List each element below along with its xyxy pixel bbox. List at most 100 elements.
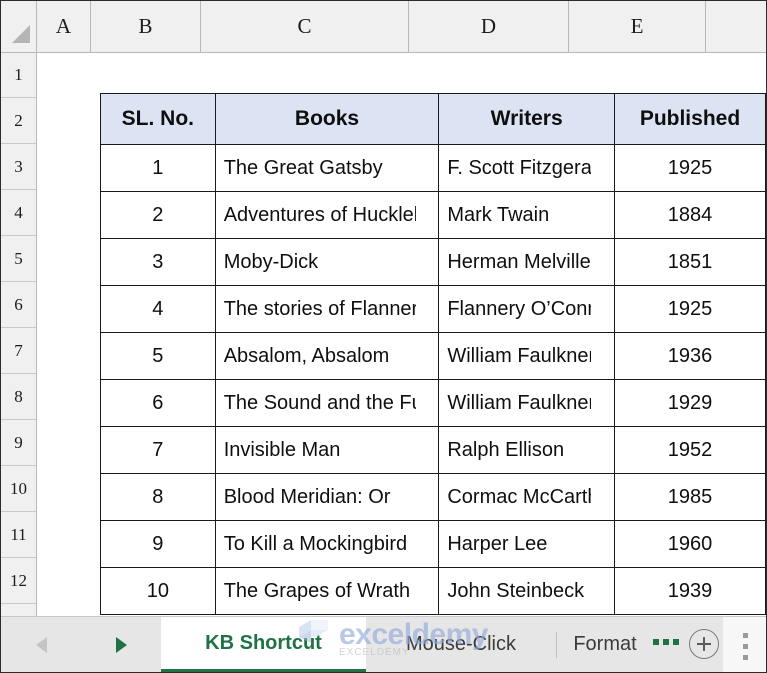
cell-sl-no[interactable]: 7	[100, 426, 216, 474]
cell-sl-no[interactable]: 1	[100, 144, 216, 192]
new-sheet-plus-icon[interactable]	[689, 629, 719, 659]
ellipsis-dot	[673, 639, 679, 645]
column-header-e[interactable]: E	[569, 1, 706, 52]
cell-sl-no[interactable]: 3	[100, 238, 216, 286]
ellipsis-dot	[663, 639, 669, 645]
cell-book[interactable]: The Grapes of Wrath	[214, 567, 440, 615]
cell-published[interactable]: 1985	[614, 473, 766, 521]
cell-book[interactable]: Invisible Man	[214, 426, 440, 474]
header-cell-books[interactable]: Books	[214, 93, 440, 145]
worksheet-grid[interactable]: SL. No. Books Writers Published 1 The Gr…	[37, 53, 766, 616]
cell-sl-no[interactable]: 5	[100, 332, 216, 380]
ellipsis-dot	[653, 639, 659, 645]
cell-sl-no[interactable]: 4	[100, 285, 216, 333]
cell-writer[interactable]: Ralph Ellison	[438, 426, 615, 474]
row-header-3[interactable]: 3	[1, 144, 36, 190]
cell-book[interactable]: The stories of Flannery	[214, 285, 440, 333]
cell-book-text: Adventures of Huckleberry Finn	[223, 203, 416, 226]
header-cell-writers[interactable]: Writers	[438, 93, 615, 145]
column-header-f[interactable]	[706, 1, 766, 52]
cell-writer[interactable]: William Faulkner	[438, 332, 615, 380]
cell-published[interactable]: 1884	[614, 191, 766, 239]
header-cell-published[interactable]: Published	[614, 93, 766, 145]
cell-writer[interactable]: Harper Lee	[438, 520, 615, 568]
cell-writer[interactable]: Cormac McCarthy	[438, 473, 615, 521]
table-row: 3 Moby-Dick Herman Melville 1851	[100, 238, 766, 286]
table-row: 9 To Kill a Mockingbird Harper Lee 1960	[100, 520, 766, 568]
table-row: 4 The stories of Flannery Flannery O’Con…	[100, 285, 766, 333]
cell-sl-no[interactable]: 2	[100, 191, 216, 239]
sheet-tab-format[interactable]: Format	[557, 617, 653, 672]
sheet-tab-mouse-click[interactable]: Mouse-Click	[366, 617, 556, 672]
header-cell-sl-no[interactable]: SL. No.	[100, 93, 216, 145]
row-header-7[interactable]: 7	[1, 328, 36, 374]
cell-writer-text: Harper Lee	[447, 532, 548, 555]
cell-writer[interactable]: Flannery O’Connor	[438, 285, 615, 333]
row-header-9[interactable]: 9	[1, 420, 36, 466]
cell-sl-no[interactable]: 9	[100, 520, 216, 568]
table-row: 6 The Sound and the Fury William Faulkne…	[100, 379, 766, 427]
column-header-bar: A B C D E	[1, 1, 766, 53]
row-header-8[interactable]: 8	[1, 374, 36, 420]
cell-published[interactable]: 1851	[614, 238, 766, 286]
column-header-a[interactable]: A	[37, 1, 91, 52]
cell-published[interactable]: 1936	[614, 332, 766, 380]
cell-book-text: Blood Meridian: Or	[223, 485, 391, 508]
row-header-5[interactable]: 5	[1, 236, 36, 282]
table-body: SL. No. Books Writers Published 1 The Gr…	[100, 93, 766, 615]
cell-book-text: The Great Gatsby	[223, 156, 383, 179]
cell-writer[interactable]: William Faulkner	[438, 379, 615, 427]
cell-writer[interactable]: Herman Melville	[438, 238, 615, 286]
row-header-10[interactable]: 10	[1, 466, 36, 512]
cell-book[interactable]: To Kill a Mockingbird	[214, 520, 440, 568]
cell-book[interactable]: Moby-Dick	[214, 238, 440, 286]
cell-sl-no[interactable]: 8	[100, 473, 216, 521]
cell-sl-no[interactable]: 6	[100, 379, 216, 427]
kebab-dot	[743, 644, 748, 649]
cell-writer-text: John Steinbeck	[447, 579, 585, 602]
cell-published[interactable]: 1925	[614, 144, 766, 192]
cell-published[interactable]: 1925	[614, 285, 766, 333]
row-header-1[interactable]: 1	[1, 53, 36, 98]
cell-published[interactable]: 1960	[614, 520, 766, 568]
kebab-dot	[743, 655, 748, 660]
column-header-d[interactable]: D	[409, 1, 569, 52]
cell-published[interactable]: 1952	[614, 426, 766, 474]
select-all-corner[interactable]	[1, 1, 37, 52]
cell-published[interactable]: 1939	[614, 567, 766, 615]
cell-writer[interactable]: Mark Twain	[438, 191, 615, 239]
excel-worksheet-screenshot: A B C D E 1 2 3 4 5 6 7 8 9 10 11 12 SL.…	[0, 0, 767, 673]
row-header-6[interactable]: 6	[1, 282, 36, 328]
cell-book[interactable]: The Great Gatsby	[214, 144, 440, 192]
cell-book[interactable]: Absalom, Absalom	[214, 332, 440, 380]
book-data-table: SL. No. Books Writers Published 1 The Gr…	[100, 93, 766, 615]
column-header-c[interactable]: C	[201, 1, 409, 52]
cell-published[interactable]: 1929	[614, 379, 766, 427]
cell-book[interactable]: Blood Meridian: Or	[214, 473, 440, 521]
row-header-12[interactable]: 12	[1, 558, 36, 604]
cell-writer[interactable]: F. Scott Fitzgerald	[438, 144, 615, 192]
cell-sl-no[interactable]: 10	[100, 567, 216, 615]
sheet-tab-kb-shortcut[interactable]: KB Shortcut	[161, 617, 366, 672]
next-sheet-arrow-icon[interactable]	[115, 636, 127, 653]
sheet-overflow-ellipsis-icon[interactable]	[653, 639, 679, 645]
row-header-13[interactable]	[1, 604, 36, 616]
sheet-tab-label: Mouse-Click	[405, 633, 517, 655]
table-row: 2 Adventures of Huckleberry Finn Mark Tw…	[100, 191, 766, 239]
table-row: 1 The Great Gatsby F. Scott Fitzgerald 1…	[100, 144, 766, 192]
cell-writer[interactable]: John Steinbeck	[438, 567, 615, 615]
row-header-11[interactable]: 11	[1, 512, 36, 558]
cell-book[interactable]: The Sound and the Fury	[214, 379, 440, 427]
cell-book[interactable]: Adventures of Huckleberry Finn	[214, 191, 440, 239]
previous-sheet-arrow-icon[interactable]	[35, 636, 47, 653]
more-options-kebab-icon[interactable]	[743, 633, 748, 660]
row-header-2[interactable]: 2	[1, 98, 36, 144]
cell-book-text: To Kill a Mockingbird	[223, 532, 408, 555]
column-header-b[interactable]: B	[91, 1, 201, 52]
cell-writer-text: Herman Melville	[447, 250, 591, 273]
cell-writer-text: William Faulkner	[447, 344, 592, 367]
cell-writer-text: Cormac McCarthy	[447, 485, 591, 508]
row-header-4[interactable]: 4	[1, 190, 36, 236]
row-header-bar: 1 2 3 4 5 6 7 8 9 10 11 12	[1, 53, 37, 616]
sheet-tab-label: Format	[573, 633, 637, 655]
